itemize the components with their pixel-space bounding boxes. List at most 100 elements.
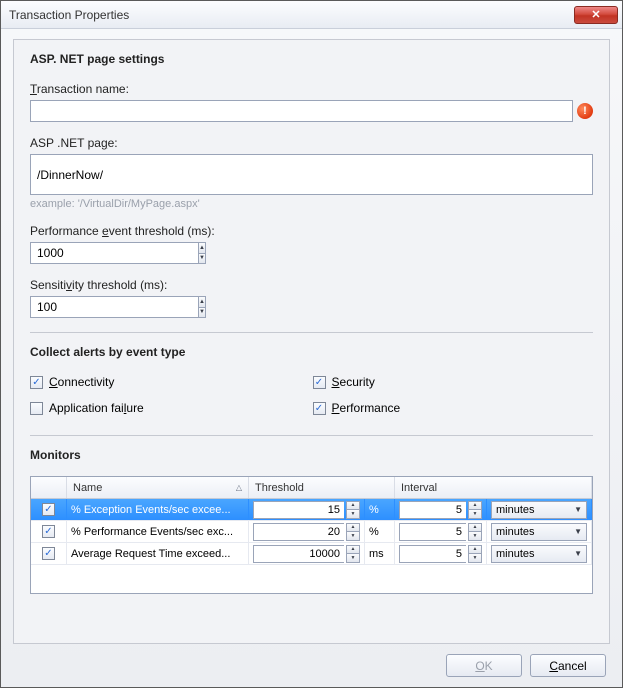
monitor-interval-unit-cell: minutes▼: [487, 543, 592, 564]
monitor-threshold-unit: %: [365, 499, 395, 520]
spin-down-icon[interactable]: ▼: [199, 253, 205, 264]
spin-down-icon[interactable]: ▼: [469, 531, 481, 540]
spin-up-icon[interactable]: ▲: [347, 524, 359, 532]
main-panel: ASP. NET page settings Transaction name:…: [13, 39, 610, 644]
monitor-interval-unit-cell: minutes▼: [487, 521, 592, 542]
asp-page-label: ASP .NET page:: [30, 136, 593, 150]
spin-down-icon[interactable]: ▼: [347, 553, 359, 562]
table-row[interactable]: % Performance Events/sec exc...20▲▼%5▲▼m…: [31, 521, 592, 543]
monitor-interval-cell: 5▲▼: [395, 543, 487, 564]
monitors-header-name[interactable]: Name △: [67, 477, 249, 498]
monitor-enable-checkbox[interactable]: [42, 547, 55, 560]
monitor-threshold-input[interactable]: 20: [253, 523, 344, 541]
monitors-blank-area: [31, 565, 592, 593]
close-icon: ✕: [591, 8, 600, 21]
sens-threshold-input[interactable]: [30, 296, 198, 318]
monitor-interval-unit-combo[interactable]: minutes▼: [491, 545, 587, 563]
monitor-interval-unit-cell: minutes▼: [487, 499, 592, 520]
monitor-enable-checkbox[interactable]: [42, 525, 55, 538]
error-icon: !: [577, 103, 593, 119]
transaction-name-label: Transaction name:: [30, 82, 593, 96]
chevron-down-icon: ▼: [574, 549, 582, 558]
dialog-button-row: OK Cancel: [13, 644, 610, 677]
cancel-button[interactable]: Cancel: [530, 654, 606, 677]
monitors-header-threshold[interactable]: Threshold: [249, 477, 395, 498]
check-row-1: Connectivity Security: [30, 375, 593, 389]
asp-page-input[interactable]: [30, 154, 593, 195]
table-row[interactable]: Average Request Time exceed...10000▲▼ms5…: [31, 543, 592, 565]
ok-button[interactable]: OK: [446, 654, 522, 677]
perf-threshold-label: Performance event threshold (ms):: [30, 224, 593, 238]
monitor-row-checkbox-cell: [31, 499, 67, 520]
monitors-header-check[interactable]: [31, 477, 67, 498]
monitor-threshold-cell: 15▲▼: [249, 499, 365, 520]
monitor-interval-cell: 5▲▼: [395, 499, 487, 520]
sens-threshold-label: Sensitivity threshold (ms):: [30, 278, 593, 292]
monitor-name-cell: % Performance Events/sec exc...: [67, 521, 249, 542]
perf-threshold-spinner: ▲ ▼: [30, 242, 206, 264]
monitor-threshold-input[interactable]: 10000: [253, 545, 344, 563]
security-checkbox-row: Security: [313, 375, 594, 389]
monitor-threshold-spinner: ▲▼: [346, 501, 360, 519]
monitor-threshold-cell: 20▲▼: [249, 521, 365, 542]
spin-down-icon[interactable]: ▼: [469, 553, 481, 562]
window-title: Transaction Properties: [9, 8, 574, 22]
sens-threshold-spinner-buttons: ▲ ▼: [198, 296, 206, 318]
table-row[interactable]: % Exception Events/sec excee...15▲▼%5▲▼m…: [31, 499, 592, 521]
spin-down-icon[interactable]: ▼: [347, 531, 359, 540]
sens-threshold-spinner: ▲ ▼: [30, 296, 206, 318]
section-collect-alerts: Collect alerts by event type: [30, 345, 593, 359]
app-failure-checkbox-row: Application failure: [30, 401, 311, 415]
connectivity-checkbox-row: Connectivity: [30, 375, 311, 389]
monitor-interval-input[interactable]: 5: [399, 523, 466, 541]
titlebar: Transaction Properties ✕: [1, 1, 622, 29]
monitor-name-cell: Average Request Time exceed...: [67, 543, 249, 564]
divider: [30, 332, 593, 333]
spin-up-icon[interactable]: ▲: [347, 502, 359, 510]
monitors-header-interval[interactable]: Interval: [395, 477, 592, 498]
check-row-2: Application failure Performance: [30, 401, 593, 415]
monitor-threshold-spinner: ▲▼: [346, 523, 360, 541]
dialog-window: Transaction Properties ✕ ASP. NET page s…: [0, 0, 623, 688]
performance-checkbox-row: Performance: [313, 401, 594, 415]
security-label: Security: [332, 375, 375, 389]
connectivity-checkbox[interactable]: [30, 376, 43, 389]
monitor-interval-unit-combo[interactable]: minutes▼: [491, 523, 587, 541]
spin-up-icon[interactable]: ▲: [469, 502, 481, 510]
app-failure-checkbox[interactable]: [30, 402, 43, 415]
monitor-enable-checkbox[interactable]: [42, 503, 55, 516]
monitor-threshold-spinner: ▲▼: [346, 545, 360, 563]
dialog-body: ASP. NET page settings Transaction name:…: [1, 29, 622, 687]
spin-up-icon[interactable]: ▲: [347, 546, 359, 554]
chevron-down-icon: ▼: [574, 527, 582, 536]
transaction-name-input[interactable]: [30, 100, 573, 122]
app-failure-label: Application failure: [49, 401, 144, 415]
transaction-name-row: !: [30, 100, 593, 122]
spin-up-icon[interactable]: ▲: [469, 524, 481, 532]
divider: [30, 435, 593, 436]
spin-up-icon[interactable]: ▲: [199, 297, 205, 307]
spin-down-icon[interactable]: ▼: [469, 509, 481, 518]
monitor-interval-cell: 5▲▼: [395, 521, 487, 542]
spin-up-icon[interactable]: ▲: [469, 546, 481, 554]
monitors-table: Name △ Threshold Interval % Exception Ev…: [30, 476, 593, 594]
spin-down-icon[interactable]: ▼: [347, 509, 359, 518]
monitor-interval-unit-combo[interactable]: minutes▼: [491, 501, 587, 519]
security-checkbox[interactable]: [313, 376, 326, 389]
performance-checkbox[interactable]: [313, 402, 326, 415]
close-button[interactable]: ✕: [574, 6, 618, 24]
sort-asc-icon: △: [236, 483, 242, 492]
perf-threshold-spinner-buttons: ▲ ▼: [198, 242, 206, 264]
perf-threshold-input[interactable]: [30, 242, 198, 264]
monitor-threshold-unit: ms: [365, 543, 395, 564]
spin-down-icon[interactable]: ▼: [199, 307, 205, 318]
monitor-row-checkbox-cell: [31, 521, 67, 542]
spin-up-icon[interactable]: ▲: [199, 243, 205, 253]
monitor-interval-input[interactable]: 5: [399, 501, 466, 519]
section-page-settings: ASP. NET page settings: [30, 52, 593, 66]
monitor-interval-input[interactable]: 5: [399, 545, 466, 563]
monitor-interval-spinner: ▲▼: [468, 501, 482, 519]
monitor-row-checkbox-cell: [31, 543, 67, 564]
connectivity-label: Connectivity: [49, 375, 114, 389]
monitor-threshold-input[interactable]: 15: [253, 501, 344, 519]
